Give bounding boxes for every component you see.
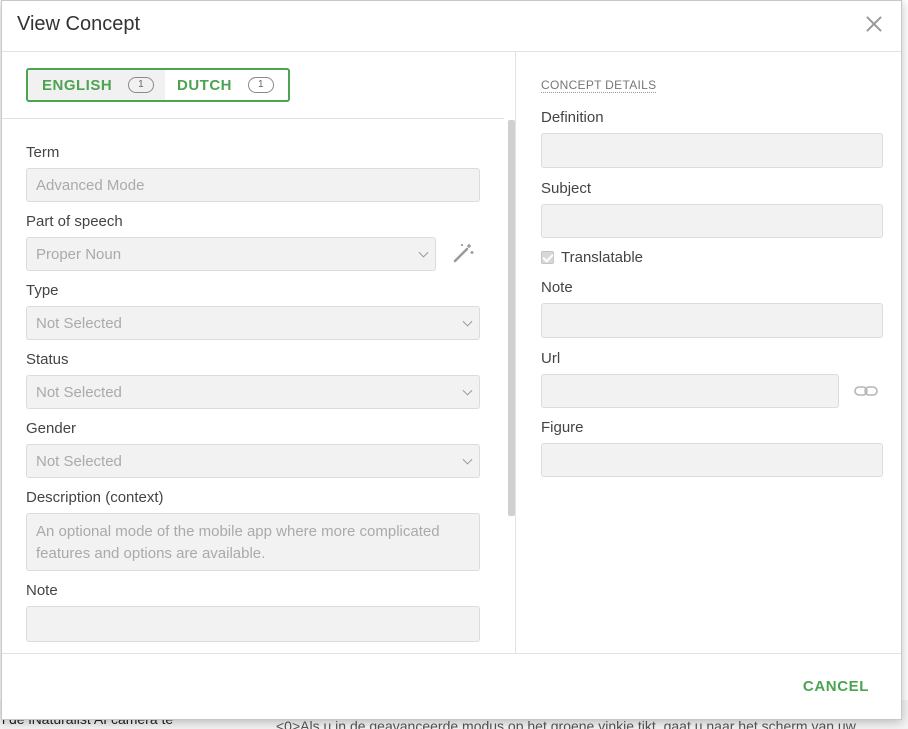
- description-textarea[interactable]: An optional mode of the mobile app where…: [26, 513, 480, 571]
- figure-label: Figure: [541, 419, 584, 436]
- figure-input[interactable]: [541, 443, 883, 477]
- gender-select[interactable]: Not Selected: [26, 444, 480, 478]
- type-select[interactable]: Not Selected: [26, 306, 480, 340]
- cancel-button[interactable]: CANCEL: [803, 678, 869, 695]
- part-of-speech-select[interactable]: Proper Noun: [26, 237, 436, 271]
- term-label: Term: [26, 144, 60, 161]
- dialog-header: View Concept: [2, 1, 901, 52]
- description-label: Description (context): [26, 489, 164, 506]
- url-label: Url: [541, 350, 561, 367]
- note-input[interactable]: [26, 606, 480, 642]
- gender-label: Gender: [26, 420, 77, 437]
- concept-note-input[interactable]: [541, 303, 883, 338]
- definition-label: Definition: [541, 109, 604, 126]
- language-tabs: ENGLISH 1 DUTCH 1: [26, 68, 290, 102]
- dialog-title: View Concept: [17, 13, 141, 35]
- dialog-body: ENGLISH 1 DUTCH 1 Term Advanced Mode Par…: [2, 52, 901, 653]
- translatable-checkbox[interactable]: [541, 251, 554, 264]
- view-concept-dialog: View Concept ENGLISH 1 DUTCH 1 Term Adva…: [1, 0, 902, 720]
- dialog-footer: CANCEL: [2, 653, 901, 721]
- definition-input[interactable]: [541, 133, 883, 168]
- magic-wand-icon[interactable]: [452, 242, 474, 264]
- subject-input[interactable]: [541, 204, 883, 238]
- tab-dutch-count-badge: 1: [248, 77, 274, 93]
- term-panel: ENGLISH 1 DUTCH 1 Term Advanced Mode Par…: [2, 52, 516, 653]
- concept-details-panel: CONCEPT DETAILS Definition Subject Trans…: [517, 52, 903, 653]
- tab-english-label: ENGLISH: [42, 76, 113, 94]
- concept-note-label: Note: [541, 279, 573, 296]
- concept-details-heading: CONCEPT DETAILS: [541, 78, 657, 93]
- close-icon[interactable]: [865, 15, 883, 33]
- url-input[interactable]: [541, 374, 839, 408]
- subject-label: Subject: [541, 180, 592, 197]
- scrollbar[interactable]: [508, 120, 515, 516]
- status-select[interactable]: Not Selected: [26, 375, 480, 409]
- term-input[interactable]: Advanced Mode: [26, 168, 480, 202]
- status-label: Status: [26, 351, 69, 368]
- tab-english-count-badge: 1: [128, 77, 155, 93]
- type-label: Type: [26, 282, 59, 299]
- tabs-divider: [2, 118, 504, 119]
- note-label: Note: [26, 582, 58, 599]
- tab-english[interactable]: ENGLISH 1: [28, 70, 165, 100]
- link-icon[interactable]: [854, 384, 878, 398]
- part-of-speech-label: Part of speech: [26, 213, 123, 230]
- tab-dutch[interactable]: DUTCH 1: [165, 70, 288, 100]
- tab-dutch-label: DUTCH: [177, 76, 232, 94]
- translatable-label: Translatable: [561, 249, 643, 266]
